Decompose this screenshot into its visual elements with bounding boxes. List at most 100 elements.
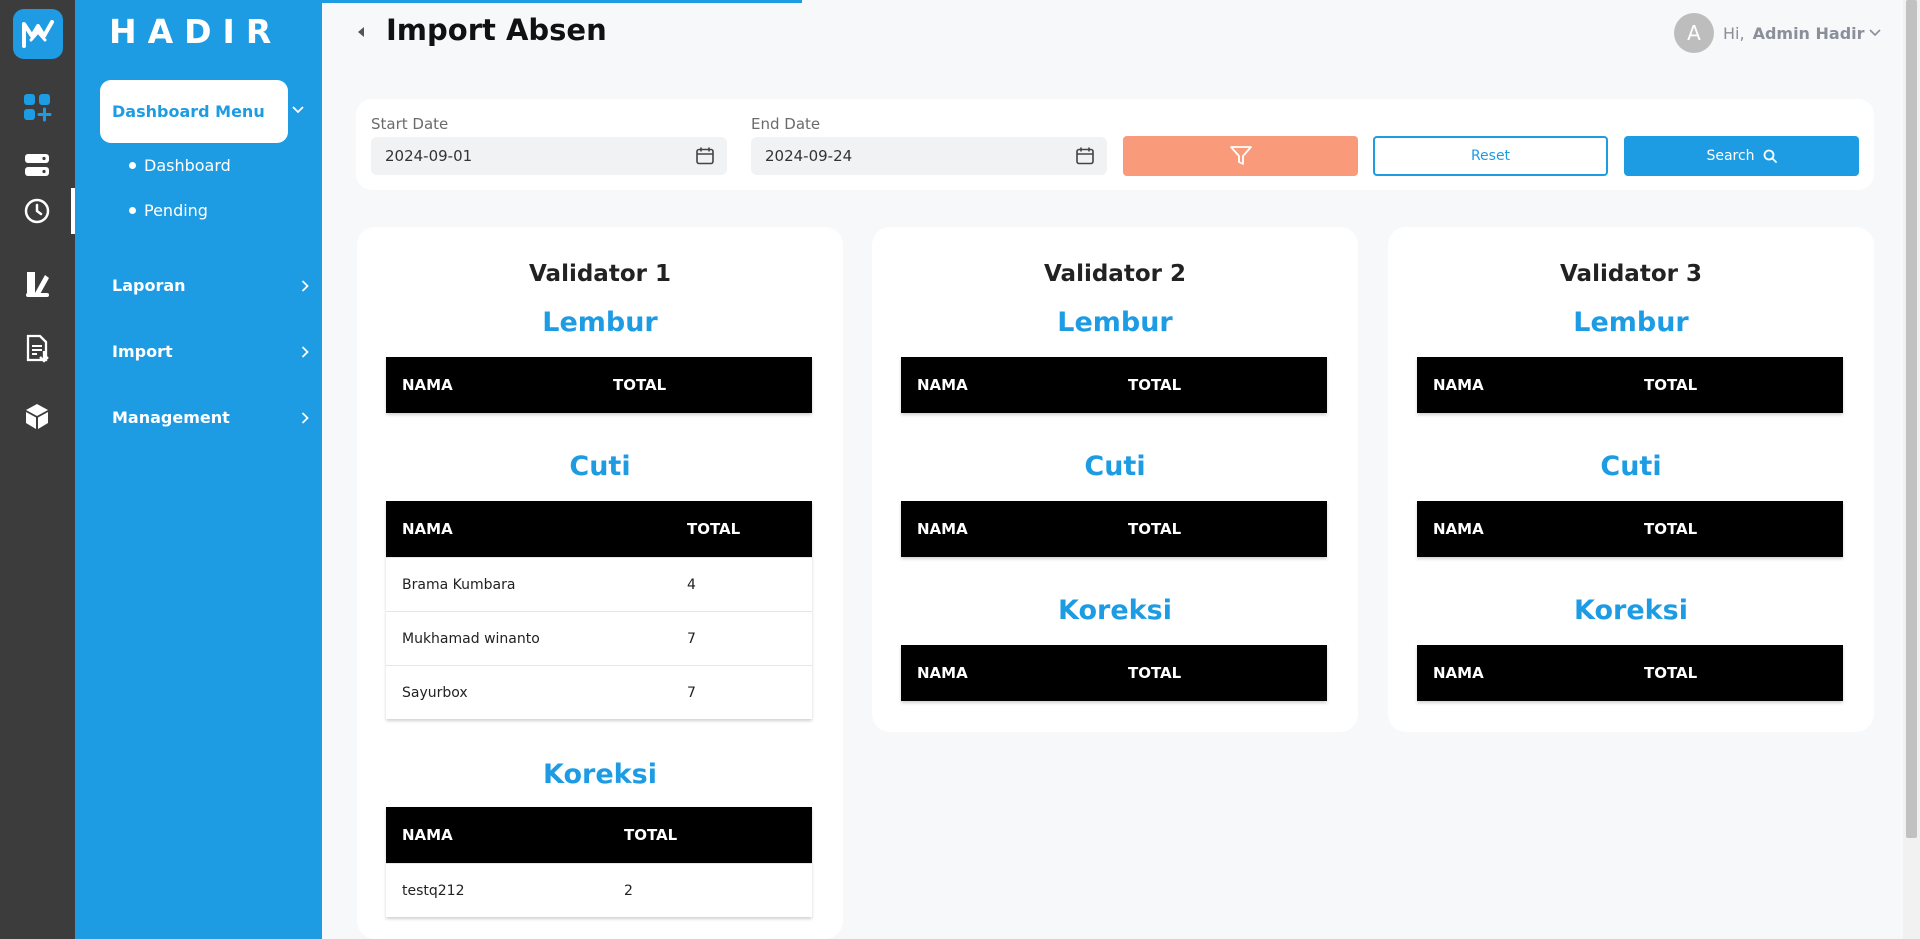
column-header-total: TOTAL xyxy=(624,826,678,844)
dashboard-add-icon[interactable] xyxy=(19,89,55,125)
search-label: Search xyxy=(1706,148,1755,164)
section-title-koreksi: Koreksi xyxy=(1058,595,1172,626)
avatar: A xyxy=(1674,13,1714,53)
page-title: Import Absen xyxy=(386,13,607,47)
chevron-down-icon xyxy=(1868,29,1881,37)
validator-card: Validator 2 Lembur NAMA TOTAL Cuti NAMA … xyxy=(872,227,1358,732)
cell-nama: Sayurbox xyxy=(402,685,468,701)
column-header-nama: NAMA xyxy=(402,520,453,538)
caret-left-icon[interactable] xyxy=(356,25,366,39)
chevron-right-icon xyxy=(301,411,309,424)
reset-button[interactable]: Reset xyxy=(1373,136,1608,176)
start-date-field[interactable]: 2024-09-01 xyxy=(371,137,727,175)
loading-progress-bar xyxy=(322,0,802,3)
column-header-nama: NAMA xyxy=(917,664,968,682)
sidebar-item-label: Management xyxy=(112,408,230,427)
column-header-nama: NAMA xyxy=(402,376,453,394)
sidebar-item-management[interactable]: Management xyxy=(112,408,309,427)
sidebar-item-label: Laporan xyxy=(112,276,186,295)
report-icon[interactable] xyxy=(19,266,55,302)
reset-label: Reset xyxy=(1470,148,1511,164)
cell-total: 7 xyxy=(687,631,696,647)
table-row: Brama Kumbara 4 xyxy=(386,557,812,611)
cell-total: 7 xyxy=(687,685,696,701)
section-title-lembur: Lembur xyxy=(542,307,658,338)
lembur-table: NAMA TOTAL xyxy=(901,357,1327,413)
start-date-label: Start Date xyxy=(371,115,449,133)
server-icon[interactable] xyxy=(19,147,55,183)
validator-card: Validator 3 Lembur NAMA TOTAL Cuti NAMA … xyxy=(1388,227,1874,732)
sidebar: HADIR Dashboard Menu Dashboard Pending L… xyxy=(75,0,322,939)
start-date-value: 2024-09-01 xyxy=(385,147,473,165)
search-icon xyxy=(1763,149,1777,163)
column-header-nama: NAMA xyxy=(1433,520,1484,538)
table-header: NAMA TOTAL xyxy=(386,807,812,863)
chevron-right-icon xyxy=(301,345,309,358)
bullet-icon xyxy=(129,207,136,214)
end-date-field[interactable]: 2024-09-24 xyxy=(751,137,1107,175)
filter-card: Start Date 2024-09-01 End Date 2024-09-2… xyxy=(356,99,1874,190)
column-header-total: TOTAL xyxy=(1128,664,1182,682)
koreksi-table: NAMA TOTAL xyxy=(901,645,1327,701)
section-title-koreksi: Koreksi xyxy=(543,759,657,790)
sidebar-item-dashboard[interactable]: Dashboard xyxy=(129,156,231,175)
validator-card: Validator 1 Lembur NAMA TOTAL Cuti NAMA … xyxy=(357,227,843,939)
section-title-lembur: Lembur xyxy=(1573,307,1689,338)
table-row: testq212 2 xyxy=(386,863,812,917)
cuti-table: NAMA TOTAL xyxy=(1417,501,1843,557)
column-header-total: TOTAL xyxy=(613,376,667,394)
section-title-cuti: Cuti xyxy=(569,451,631,482)
section-title-cuti: Cuti xyxy=(1600,451,1662,482)
column-header-total: TOTAL xyxy=(1644,376,1698,394)
icon-rail xyxy=(0,0,75,939)
koreksi-table: NAMA TOTAL xyxy=(1417,645,1843,701)
table-header: NAMA TOTAL xyxy=(1417,645,1843,701)
cell-nama: testq212 xyxy=(402,883,465,899)
filter-button[interactable] xyxy=(1123,136,1358,176)
brand-name: HADIR xyxy=(109,12,283,51)
chevron-right-icon xyxy=(301,279,309,292)
sidebar-item-laporan[interactable]: Laporan xyxy=(112,276,309,295)
validator-title: Validator 3 xyxy=(1560,261,1702,287)
lembur-table: NAMA TOTAL xyxy=(386,357,812,413)
cell-total: 2 xyxy=(624,883,633,899)
scrollbar-thumb[interactable] xyxy=(1906,0,1917,838)
document-import-icon[interactable] xyxy=(19,331,55,367)
end-date-value: 2024-09-24 xyxy=(765,147,853,165)
user-menu[interactable]: A Hi, Admin Hadir xyxy=(1674,13,1881,53)
table-header: NAMA TOTAL xyxy=(901,501,1327,557)
calendar-icon[interactable] xyxy=(1075,146,1095,166)
column-header-total: TOTAL xyxy=(1128,520,1182,538)
sidebar-item-pending[interactable]: Pending xyxy=(129,201,208,220)
column-header-total: TOTAL xyxy=(1644,664,1698,682)
column-header-nama: NAMA xyxy=(917,520,968,538)
section-title-lembur: Lembur xyxy=(1057,307,1173,338)
bullet-icon xyxy=(129,162,136,169)
app-logo-icon[interactable] xyxy=(13,9,63,59)
sidebar-item-import[interactable]: Import xyxy=(112,342,309,361)
validator-title: Validator 1 xyxy=(529,261,671,287)
dashboard-menu-button[interactable]: Dashboard Menu xyxy=(100,80,288,143)
cell-nama: Brama Kumbara xyxy=(402,577,516,593)
sidebar-item-label: Import xyxy=(112,342,173,361)
column-header-total: TOTAL xyxy=(687,520,741,538)
chevron-down-icon[interactable] xyxy=(289,101,307,119)
section-title-cuti: Cuti xyxy=(1084,451,1146,482)
table-row: Sayurbox 7 xyxy=(386,665,812,719)
column-header-nama: NAMA xyxy=(402,826,453,844)
cell-total: 4 xyxy=(687,577,696,593)
calendar-icon[interactable] xyxy=(695,146,715,166)
box-icon[interactable] xyxy=(19,398,55,434)
sidebar-item-label: Pending xyxy=(144,201,208,220)
column-header-total: TOTAL xyxy=(1128,376,1182,394)
search-button[interactable]: Search xyxy=(1624,136,1859,176)
sidebar-item-label: Dashboard xyxy=(144,156,231,175)
table-header: NAMA TOTAL xyxy=(901,645,1327,701)
greeting-text: Hi, xyxy=(1723,23,1745,43)
column-header-nama: NAMA xyxy=(917,376,968,394)
koreksi-table: NAMA TOTAL testq212 2 xyxy=(386,807,812,917)
section-title-koreksi: Koreksi xyxy=(1574,595,1688,626)
table-header: NAMA TOTAL xyxy=(386,357,812,413)
clock-icon[interactable] xyxy=(19,193,55,229)
column-header-nama: NAMA xyxy=(1433,664,1484,682)
